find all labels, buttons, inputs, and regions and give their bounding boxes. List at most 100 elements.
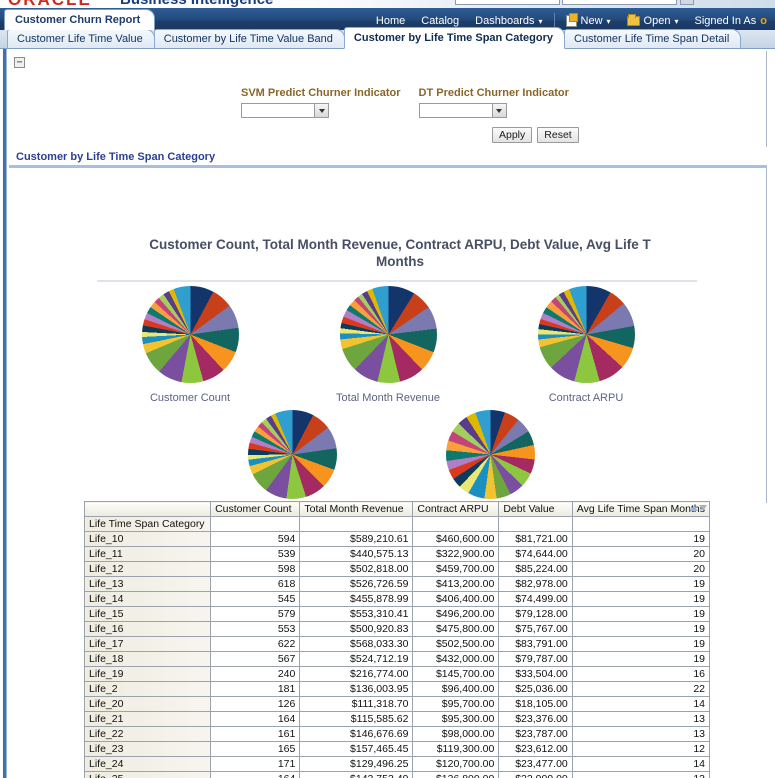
pie-chart[interactable]	[247, 410, 337, 499]
table-row[interactable]: Life_13 618 $526,726.59 $413,200.00 $82,978.…	[83, 576, 711, 592]
cell-contract-arpu: $413,200.00	[412, 576, 500, 592]
sort-controls	[690, 505, 707, 511]
cell-total-month-revenue: $129,496.25	[299, 756, 414, 772]
search-input[interactable]	[562, 0, 677, 5]
cell-customer-count: 553	[210, 621, 301, 637]
tab-customer-life-time-value[interactable]: Customer Life Time Value	[7, 29, 155, 49]
apply-button[interactable]: Apply	[492, 127, 533, 143]
column-header-debt-value[interactable]: Debt Value	[498, 501, 573, 517]
cell-life-time-span-category: Life_22	[83, 726, 212, 742]
cell-total-month-revenue: $440,575.13	[299, 546, 414, 562]
cell-avg-life-time-span-months: 20	[571, 561, 711, 577]
dt-predict-churner-indicator-select[interactable]	[418, 103, 507, 118]
pie-chart-contract-arpu: Contract ARPU	[525, 286, 647, 404]
product-name: Business Intelligence	[120, 0, 273, 8]
table-row[interactable]: Life_16 553 $500,920.83 $475,800.00 $75,767.…	[83, 621, 711, 637]
table-row[interactable]: Life_12 598 $502,818.00 $459,700.00 $85,224.…	[83, 561, 711, 577]
table-row[interactable]: Life_24 171 $129,496.25 $120,700.00 $23,477.…	[83, 756, 711, 772]
cell-avg-life-time-span-months: 13	[571, 771, 711, 778]
table-row[interactable]: Life_25164$143,753.49$136,800.00$22,909.…	[83, 771, 711, 778]
table-row[interactable]: Life_18 567 $524,712.19 $432,000.00 $79,787.…	[83, 651, 711, 667]
report-table: Customer Count Total Month Revenue Contr…	[83, 501, 711, 778]
pie-chart-total-month-revenue: Total Month Revenue	[327, 286, 449, 404]
cell-debt-value: $23,376.00	[498, 711, 573, 727]
cell-total-month-revenue: $455,878.99	[299, 591, 414, 607]
cell-contract-arpu: $406,400.00	[412, 591, 500, 607]
table-row[interactable]: Life_10 594 $589,210.61 $460,600.00 $81,721.…	[83, 531, 711, 547]
cell-total-month-revenue: $589,210.61	[299, 531, 414, 547]
pie-chart[interactable]	[339, 286, 437, 383]
column-header-contract-arpu[interactable]: Contract ARPU	[412, 501, 500, 517]
collapse-section-icon[interactable]: −	[14, 57, 25, 68]
column-header-avg-life-time-span-months[interactable]: Avg Life Time Span Months	[571, 501, 711, 517]
pie-chart-avg-life-time-span-months	[429, 410, 551, 499]
sort-ascending-icon[interactable]	[690, 505, 698, 511]
cell-contract-arpu: $460,600.00	[412, 531, 500, 547]
table-row[interactable]: Life_21 164 $115,585.62 $95,300.00 $23,376.0…	[83, 711, 711, 727]
cell-contract-arpu: $475,800.00	[412, 621, 500, 637]
pie-chart-label: Contract ARPU	[548, 392, 624, 404]
cell-life-time-span-category: Life_13	[83, 576, 212, 592]
table-row[interactable]: Life_15 579 $553,310.41 $496,200.00 $79,128.…	[83, 606, 711, 622]
search-button[interactable]	[680, 0, 694, 5]
tab-label: Customer Life Time Value	[17, 33, 143, 45]
pie-chart-label: Customer Count	[149, 392, 231, 404]
table-head: Customer Count Total Month Revenue Contr…	[83, 501, 711, 517]
reset-button[interactable]: Reset	[537, 127, 579, 143]
cell-contract-arpu: $95,700.00	[412, 696, 500, 712]
chart-title-line1: Customer Count, Total Month Revenue, Con…	[149, 237, 651, 252]
cell-life-time-span-category: Life_11	[83, 546, 212, 562]
search-category-select[interactable]	[455, 0, 560, 5]
cell-debt-value: $23,477.00	[498, 756, 573, 772]
cell-customer-count: 161	[210, 726, 301, 742]
pie-chart[interactable]	[141, 286, 239, 383]
cell-customer-count: 567	[210, 651, 301, 667]
cell-debt-value: $23,787.00	[498, 726, 573, 742]
cell-debt-value: $75,767.00	[498, 621, 573, 637]
tab-customer-by-life-time-value-band[interactable]: Customer by Life Time Value Band	[153, 29, 345, 49]
cell-contract-arpu: $95,300.00	[412, 711, 500, 727]
cell-customer-count: 171	[210, 756, 301, 772]
table-row[interactable]: Life_20 126 $111,318.70 $95,700.00 $18,105.0…	[83, 696, 711, 712]
cell-avg-life-time-span-months: 12	[571, 741, 711, 757]
table-body: Life Time Span Category Life_10 594 $589,21…	[83, 516, 711, 778]
tab-label: Customer by Life Time Value Band	[163, 33, 333, 45]
prompt-panel: − SVM Predict Churner Indicator DT Predi…	[9, 51, 767, 147]
cell-avg-life-time-span-months: 19	[571, 621, 711, 637]
oracle-logo: ORACLE	[8, 0, 92, 8]
column-header-total-month-revenue[interactable]: Total Month Revenue	[299, 501, 414, 517]
cell-customer-count: 126	[210, 696, 301, 712]
group-header-blank-cell	[498, 516, 573, 532]
cell-contract-arpu: $120,700.00	[412, 756, 500, 772]
cell-total-month-revenue: $553,310.41	[299, 606, 414, 622]
cell-total-month-revenue: $136,003.95	[299, 681, 414, 697]
table-row[interactable]: Life_22 161 $146,676.69 $98,000.00 $23,787.0…	[83, 726, 711, 742]
cell-debt-value: $22,909.00	[498, 771, 573, 778]
tab-label: Customer by Life Time Span Category	[353, 32, 553, 44]
cell-life-time-span-category: Life_19	[83, 666, 212, 682]
table-row[interactable]: Life_17 622 $568,033.30 $502,500.00 $83,791.…	[83, 636, 711, 652]
table-row[interactable]: Life_23 165 $157,465.45 $119,300.00 $23,612.…	[83, 741, 711, 757]
pie-chart-customer-count: Customer Count	[129, 286, 251, 404]
sort-descending-icon[interactable]	[699, 505, 707, 511]
left-rail-accent	[0, 49, 9, 778]
cell-debt-value: $81,721.00	[498, 531, 573, 547]
pie-chart[interactable]	[537, 286, 635, 383]
column-header-customer-count[interactable]: Customer Count	[210, 501, 301, 517]
cell-avg-life-time-span-months: 14	[571, 756, 711, 772]
svm-predict-churner-indicator-select[interactable]	[241, 103, 329, 118]
cell-customer-count: 618	[210, 576, 301, 592]
cell-avg-life-time-span-months: 16	[571, 666, 711, 682]
table-header-row: Customer Count Total Month Revenue Contr…	[83, 501, 711, 517]
table-row[interactable]: Life_2 181 $136,003.95 $96,400.00 $25,036.00…	[83, 681, 711, 697]
tab-customer-life-time-span-detail[interactable]: Customer Life Time Span Detail	[564, 29, 742, 49]
table-row[interactable]: Life_14 545 $455,878.99 $406,400.00 $74,499.…	[83, 591, 711, 607]
tab-customer-by-life-time-span-category[interactable]: Customer by Life Time Span Category	[343, 27, 565, 49]
pie-chart-block: Customer Count, Total Month Revenue, Con…	[9, 168, 767, 503]
pie-chart[interactable]	[445, 410, 535, 499]
report-title-tab[interactable]: Customer Churn Report	[4, 9, 156, 30]
table-row[interactable]: Life_11 539 $440,575.13 $322,900.00 $74,644.…	[83, 546, 711, 562]
prompt-fields: SVM Predict Churner Indicator DT Predict…	[241, 87, 569, 118]
cell-life-time-span-category: Life_15	[83, 606, 212, 622]
table-row[interactable]: Life_19 240 $216,774.00 $145,700.00 $33,504.…	[83, 666, 711, 682]
